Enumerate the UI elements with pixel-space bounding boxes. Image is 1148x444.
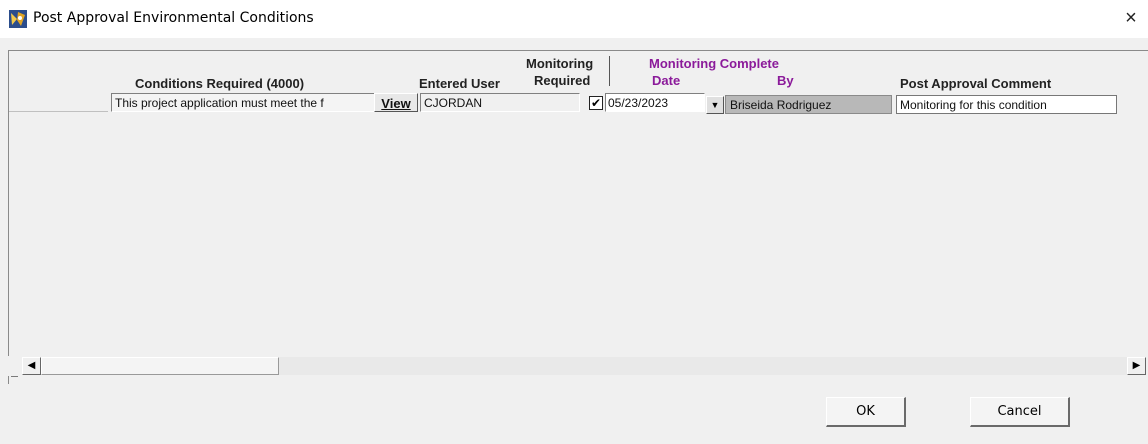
window-title: Post Approval Environmental Conditions: [33, 10, 314, 26]
ok-button[interactable]: OK: [826, 397, 906, 427]
row-indicator: [9, 93, 108, 112]
title-bar: Post Approval Environmental Conditions ×: [0, 0, 1148, 38]
entered-user-cell: CJORDAN: [420, 93, 580, 112]
header-by: By: [777, 73, 794, 88]
chevron-down-icon: ▼: [710, 100, 720, 110]
scroll-right-button[interactable]: ▶: [1127, 357, 1146, 375]
dialog-client-area: Conditions Required (4000) Entered User …: [0, 38, 1148, 444]
header-post-approval-comment: Post Approval Comment: [900, 76, 1052, 91]
scroll-thumb[interactable]: [41, 357, 279, 375]
header-entered-user: Entered User: [419, 76, 500, 91]
scroll-left-button[interactable]: ◀: [22, 357, 41, 375]
header-date: Date: [652, 73, 681, 88]
app-icon: [9, 10, 27, 28]
conditions-grid: Conditions Required (4000) Entered User …: [8, 50, 1148, 384]
monitoring-required-checkbox[interactable]: ✔: [589, 96, 603, 110]
header-separator: [609, 56, 610, 86]
cancel-button[interactable]: Cancel: [970, 397, 1070, 427]
header-conditions: Conditions Required (4000): [135, 76, 305, 91]
close-icon[interactable]: ×: [1118, 6, 1144, 32]
completed-by-field: Briseida Rodriguez: [725, 95, 892, 114]
date-field[interactable]: 05/23/2023: [605, 93, 705, 112]
date-dropdown-button[interactable]: ▼: [706, 96, 724, 114]
post-approval-comment-input[interactable]: Monitoring for this condition: [896, 95, 1117, 114]
header-monitoring-line2: Required: [534, 73, 591, 88]
header-monitoring-line1: Monitoring: [526, 56, 594, 71]
horizontal-scrollbar[interactable]: ◀ ▶: [8, 356, 1147, 376]
scroll-track[interactable]: [279, 357, 1127, 375]
header-monitoring-complete: Monitoring Complete: [649, 56, 779, 71]
view-button[interactable]: View: [374, 93, 418, 112]
checkmark-icon: ✔: [590, 96, 602, 110]
condition-cell[interactable]: This project application must meet the f: [111, 93, 375, 112]
